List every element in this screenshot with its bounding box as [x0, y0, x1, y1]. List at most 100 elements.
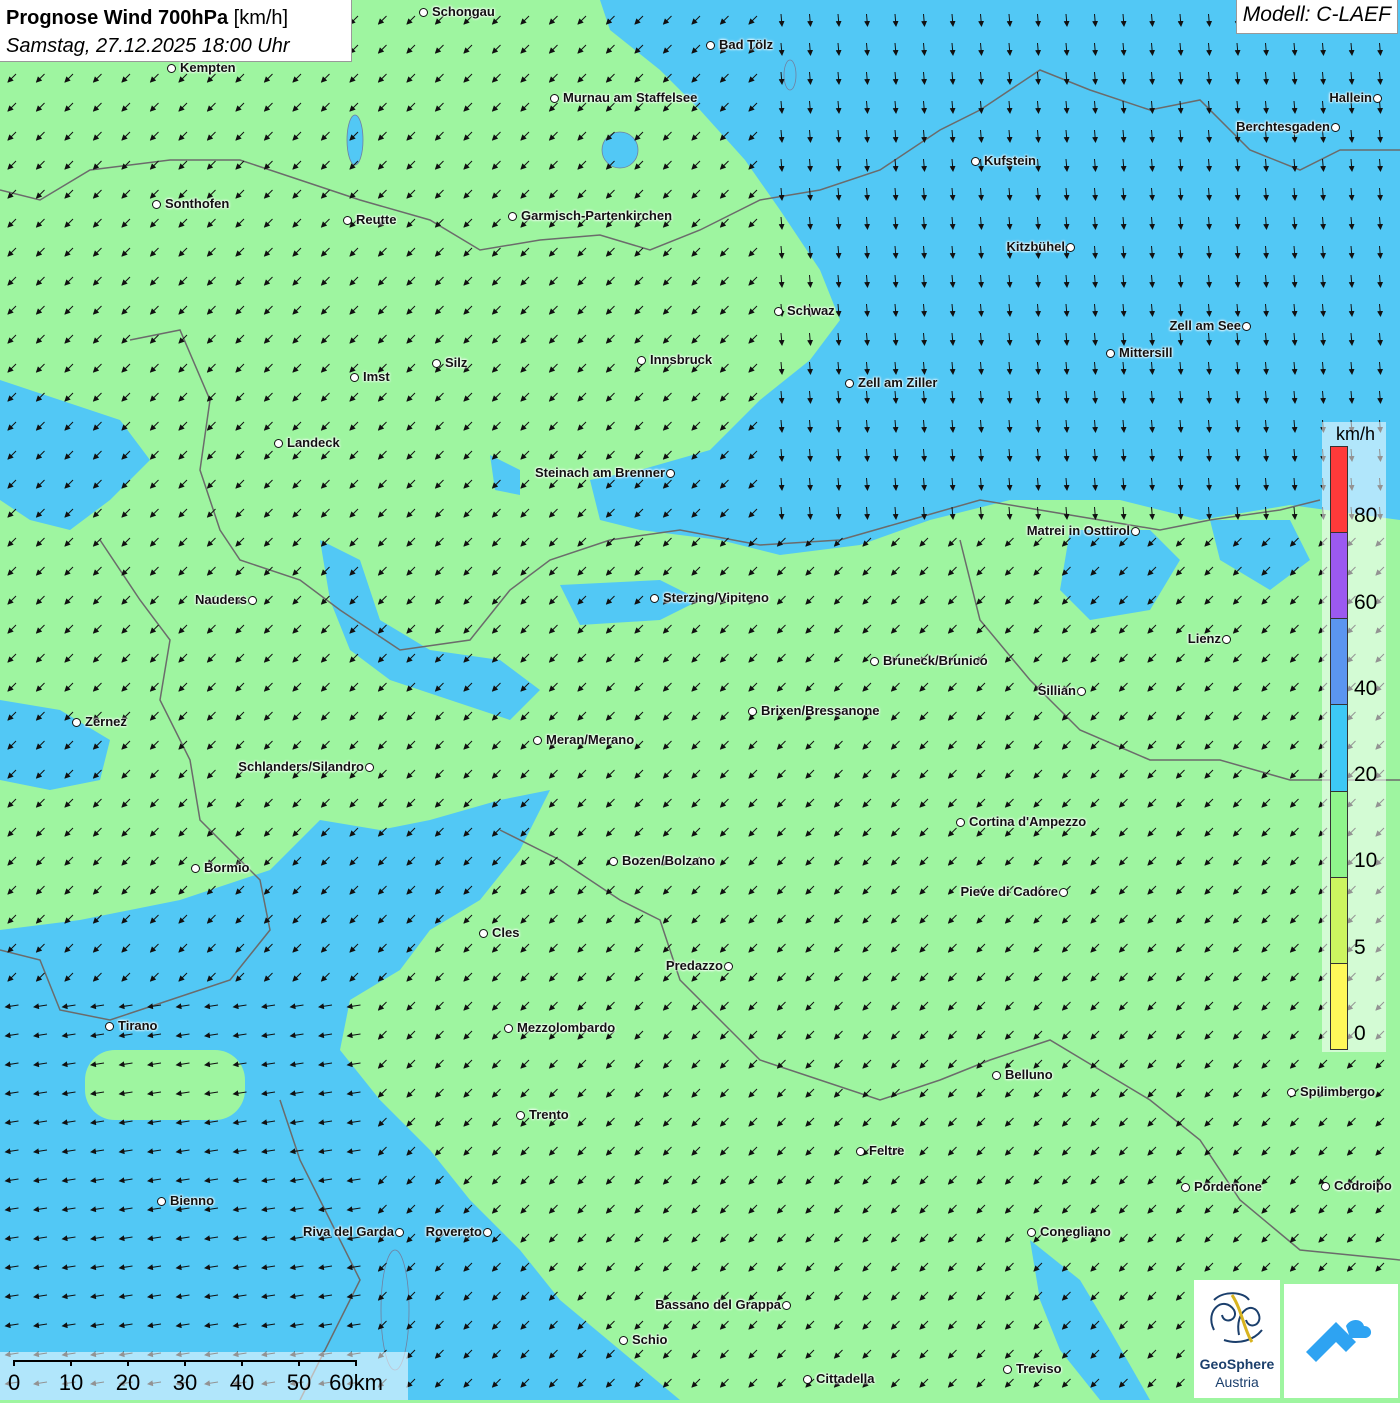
city-marker-icon [1106, 349, 1115, 358]
city-marker-icon [619, 1336, 628, 1345]
city-label: Landeck [287, 435, 340, 450]
city-marker-icon [1181, 1183, 1190, 1192]
city-marker-icon [1321, 1182, 1330, 1191]
city-label: Zell am See [1169, 318, 1241, 333]
city-marker-icon [167, 64, 176, 73]
city-marker-icon [748, 707, 757, 716]
city-marker-icon [504, 1024, 513, 1033]
scale-label: 60km [329, 1370, 383, 1395]
lake-3 [783, 59, 797, 91]
city-marker-icon [971, 157, 980, 166]
title-box: Prognose Wind 700hPa [km/h] Samstag, 27.… [0, 0, 352, 62]
city-label: Belluno [1005, 1067, 1053, 1082]
legend-label: 10 [1354, 849, 1378, 873]
scale-tick [184, 1360, 186, 1366]
city-label: Meran/Merano [546, 732, 635, 747]
city-label: Brixen/Bressanone [761, 703, 880, 718]
scale-label: 30 [172, 1370, 198, 1395]
green-valley-southwest [85, 1050, 245, 1120]
city-marker-icon [72, 718, 81, 727]
scale-label: 10 [58, 1370, 84, 1395]
legend-color-segment [1331, 877, 1347, 964]
city-marker-icon [1222, 635, 1231, 644]
city-label: Schwaz [787, 303, 835, 318]
city-label: Lienz [1187, 631, 1221, 646]
city-label: Bormio [204, 860, 250, 875]
lake-1 [346, 114, 364, 166]
city-label: Garmisch-Partenkirchen [521, 208, 673, 223]
city-label: Feltre [869, 1143, 905, 1158]
city-label: Pordenone [1194, 1179, 1262, 1194]
map-title: Prognose Wind 700hPa [6, 7, 229, 29]
city-label: Steinach am Brenner [534, 465, 665, 480]
legend-label: 60 [1354, 590, 1378, 614]
city-label: Rovereto [425, 1224, 482, 1239]
city-label: Riva del Garda [302, 1224, 394, 1239]
city-label: Schio [632, 1332, 668, 1347]
city-label: Mezzolombardo [517, 1020, 616, 1035]
city-label: Trento [529, 1107, 569, 1122]
city-marker-icon [343, 216, 352, 225]
city-marker-icon [1242, 322, 1251, 331]
city-marker-icon [508, 212, 517, 221]
city-marker-icon [419, 8, 428, 17]
city-label: Predazzo [665, 958, 723, 973]
lake-2 [601, 131, 639, 169]
city-marker-icon [992, 1071, 1001, 1080]
scale-label: 50 [286, 1370, 312, 1395]
city-marker-icon [1373, 94, 1382, 103]
geosphere-emblem-icon [1210, 1292, 1263, 1343]
city-marker-icon [350, 373, 359, 382]
city-label: Pieve di Cadore [960, 884, 1058, 899]
city-marker-icon [248, 596, 257, 605]
city-label: Zell am Ziller [858, 375, 938, 390]
scale-label: 20 [115, 1370, 141, 1395]
city-label: Berchtesgaden [1236, 119, 1330, 134]
city-label: Conegliano [1040, 1224, 1111, 1239]
city-label: Codroipo [1334, 1178, 1392, 1193]
city-label: Kitzbühel [1006, 239, 1066, 254]
legend-color-segment [1331, 963, 1347, 1049]
city-marker-icon [666, 469, 675, 478]
city-marker-icon [1131, 527, 1140, 536]
color-legend: km/h 80 60 40 20 10 5 0 [1322, 422, 1386, 1052]
city-marker-icon [856, 1147, 865, 1156]
city-label: Murnau am Staffelsee [563, 90, 698, 105]
city-label: Bassano del Grappa [655, 1297, 781, 1312]
legend-label: 0 [1354, 1022, 1366, 1045]
legend-color-segment [1331, 533, 1347, 620]
geosphere-sub: Austria [1215, 1374, 1259, 1390]
city-marker-icon [782, 1301, 791, 1310]
legend-color-segment [1331, 705, 1347, 792]
city-label: Bruneck/Brunico [883, 653, 988, 668]
city-label: Reutte [356, 212, 397, 227]
geosphere-name: GeoSphere [1199, 1356, 1275, 1372]
city-marker-icon [152, 200, 161, 209]
scale-tick [127, 1360, 129, 1366]
city-label: Sonthofen [165, 196, 230, 211]
city-marker-icon [803, 1375, 812, 1384]
city-label: Silz [445, 355, 468, 370]
city-marker-icon [956, 818, 965, 827]
city-label: Bienno [170, 1193, 215, 1208]
city-marker-icon [105, 1022, 114, 1031]
city-label: Schongau [432, 4, 495, 19]
city-label: Cles [492, 925, 520, 940]
city-marker-icon [1059, 888, 1068, 897]
city-marker-icon [1287, 1088, 1296, 1097]
city-label: Kempten [180, 60, 236, 75]
city-label: Cortina d'Ampezzo [969, 814, 1087, 829]
city-label: Bad Tölz [719, 37, 774, 52]
geosphere-logo: GeoSphere Austria [1194, 1280, 1280, 1398]
scale-tick [298, 1360, 300, 1366]
city-marker-icon [483, 1228, 492, 1237]
city-marker-icon [1003, 1365, 1012, 1374]
city-marker-icon [550, 94, 559, 103]
city-label: Imst [363, 369, 390, 384]
city-label: Innsbruck [650, 352, 713, 367]
scale-tick [70, 1360, 72, 1366]
city-label: Matrei in Osttirol [1026, 523, 1130, 538]
city-marker-icon [845, 379, 854, 388]
model-label: Modell: C-LAEF [1235, 0, 1398, 34]
city-marker-icon [533, 736, 542, 745]
